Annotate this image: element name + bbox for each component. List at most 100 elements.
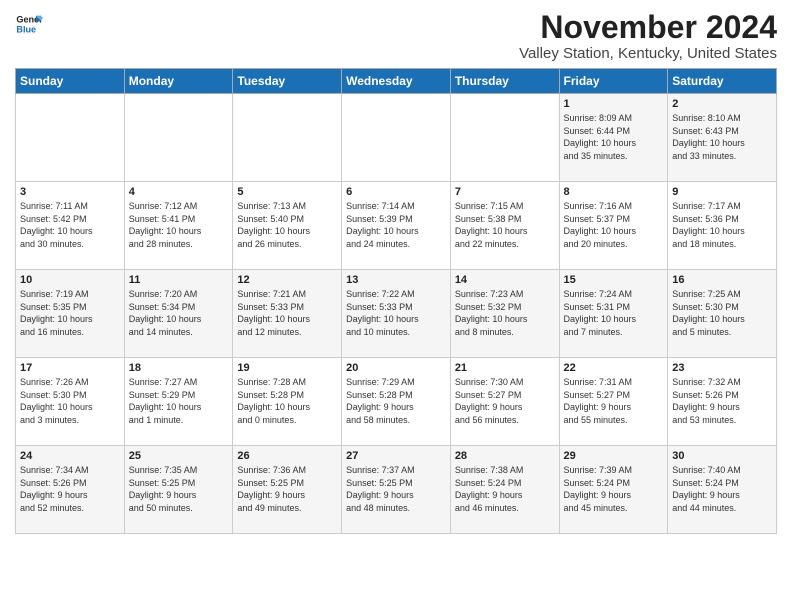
day-info: Sunrise: 7:16 AM Sunset: 5:37 PM Dayligh… — [564, 200, 664, 250]
day-number: 3 — [20, 186, 120, 198]
calendar-cell: 29 Sunrise: 7:39 AM Sunset: 5:24 PM Dayli… — [559, 446, 668, 534]
day-info: Sunrise: 7:29 AM Sunset: 5:28 PM Dayligh… — [346, 376, 446, 426]
weekday-header: SundayMondayTuesdayWednesdayThursdayFrid… — [16, 69, 777, 94]
calendar-week-1: 1 Sunrise: 8:09 AM Sunset: 6:44 PM Daylig… — [16, 94, 777, 182]
month-title: November 2024 — [519, 10, 777, 45]
day-info: Sunrise: 8:10 AM Sunset: 6:43 PM Dayligh… — [672, 112, 772, 162]
calendar-cell: 4 Sunrise: 7:12 AM Sunset: 5:41 PM Daylig… — [124, 182, 233, 270]
day-info: Sunrise: 7:21 AM Sunset: 5:33 PM Dayligh… — [237, 288, 337, 338]
calendar-cell: 5 Sunrise: 7:13 AM Sunset: 5:40 PM Daylig… — [233, 182, 342, 270]
day-number: 23 — [672, 362, 772, 374]
day-number: 19 — [237, 362, 337, 374]
calendar-cell: 6Sunrise: 7:14 AM Sunset: 5:39 PM Daylig… — [342, 182, 451, 270]
day-info: Sunrise: 7:27 AM Sunset: 5:29 PM Dayligh… — [129, 376, 229, 426]
weekday-header-monday: Monday — [124, 69, 233, 94]
day-number: 5 — [237, 186, 337, 198]
day-number: 30 — [672, 450, 772, 462]
day-info: Sunrise: 7:22 AM Sunset: 5:33 PM Dayligh… — [346, 288, 446, 338]
day-number: 1 — [564, 98, 664, 110]
header: General Blue November 2024 Valley Statio… — [15, 10, 777, 62]
calendar-cell: 19Sunrise: 7:28 AM Sunset: 5:28 PM Dayli… — [233, 358, 342, 446]
calendar-cell: 1 Sunrise: 8:09 AM Sunset: 6:44 PM Daylig… — [559, 94, 668, 182]
calendar-cell: 15 Sunrise: 7:24 AM Sunset: 5:31 PM Dayli… — [559, 270, 668, 358]
calendar-cell: 11 Sunrise: 7:20 AM Sunset: 5:34 PM Dayli… — [124, 270, 233, 358]
calendar-week-4: 17 Sunrise: 7:26 AM Sunset: 5:30 PM Dayli… — [16, 358, 777, 446]
day-info: Sunrise: 7:14 AM Sunset: 5:39 PM Dayligh… — [346, 200, 446, 250]
weekday-header-sunday: Sunday — [16, 69, 125, 94]
day-info: Sunrise: 7:31 AM Sunset: 5:27 PM Dayligh… — [564, 376, 664, 426]
calendar-cell: 21Sunrise: 7:30 AM Sunset: 5:27 PM Dayli… — [450, 358, 559, 446]
calendar-cell: 9Sunrise: 7:17 AM Sunset: 5:36 PM Daylig… — [668, 182, 777, 270]
calendar-cell: 24 Sunrise: 7:34 AM Sunset: 5:26 PM Dayli… — [16, 446, 125, 534]
day-info: Sunrise: 7:34 AM Sunset: 5:26 PM Dayligh… — [20, 464, 120, 514]
calendar-cell: 27 Sunrise: 7:37 AM Sunset: 5:25 PM Dayli… — [342, 446, 451, 534]
day-info: Sunrise: 7:35 AM Sunset: 5:25 PM Dayligh… — [129, 464, 229, 514]
day-number: 26 — [237, 450, 337, 462]
calendar-body: 1 Sunrise: 8:09 AM Sunset: 6:44 PM Daylig… — [16, 94, 777, 534]
day-info: Sunrise: 7:24 AM Sunset: 5:31 PM Dayligh… — [564, 288, 664, 338]
calendar-cell: 3 Sunrise: 7:11 AM Sunset: 5:42 PM Daylig… — [16, 182, 125, 270]
day-number: 11 — [129, 274, 229, 286]
day-info: Sunrise: 7:37 AM Sunset: 5:25 PM Dayligh… — [346, 464, 446, 514]
day-number: 2 — [672, 98, 772, 110]
day-number: 28 — [455, 450, 555, 462]
day-number: 25 — [129, 450, 229, 462]
calendar-cell: 26 Sunrise: 7:36 AM Sunset: 5:25 PM Dayli… — [233, 446, 342, 534]
calendar-cell: 25 Sunrise: 7:35 AM Sunset: 5:25 PM Dayli… — [124, 446, 233, 534]
day-info: Sunrise: 7:19 AM Sunset: 5:35 PM Dayligh… — [20, 288, 120, 338]
day-number: 13 — [346, 274, 446, 286]
calendar-cell: 2 Sunrise: 8:10 AM Sunset: 6:43 PM Daylig… — [668, 94, 777, 182]
day-number: 7 — [455, 186, 555, 198]
weekday-header-wednesday: Wednesday — [342, 69, 451, 94]
day-info: Sunrise: 7:23 AM Sunset: 5:32 PM Dayligh… — [455, 288, 555, 338]
day-info: Sunrise: 7:26 AM Sunset: 5:30 PM Dayligh… — [20, 376, 120, 426]
weekday-header-thursday: Thursday — [450, 69, 559, 94]
calendar-cell: 20Sunrise: 7:29 AM Sunset: 5:28 PM Dayli… — [342, 358, 451, 446]
day-number: 18 — [129, 362, 229, 374]
day-number: 10 — [20, 274, 120, 286]
calendar-cell — [450, 94, 559, 182]
svg-text:Blue: Blue — [16, 24, 36, 34]
calendar-cell — [16, 94, 125, 182]
day-info: Sunrise: 7:40 AM Sunset: 5:24 PM Dayligh… — [672, 464, 772, 514]
calendar-cell: 28 Sunrise: 7:38 AM Sunset: 5:24 PM Dayli… — [450, 446, 559, 534]
day-info: Sunrise: 7:13 AM Sunset: 5:40 PM Dayligh… — [237, 200, 337, 250]
calendar-cell — [342, 94, 451, 182]
day-number: 4 — [129, 186, 229, 198]
day-number: 17 — [20, 362, 120, 374]
day-info: Sunrise: 7:11 AM Sunset: 5:42 PM Dayligh… — [20, 200, 120, 250]
day-number: 8 — [564, 186, 664, 198]
calendar-cell: 18 Sunrise: 7:27 AM Sunset: 5:29 PM Dayli… — [124, 358, 233, 446]
calendar-cell — [233, 94, 342, 182]
calendar-cell: 13 Sunrise: 7:22 AM Sunset: 5:33 PM Dayli… — [342, 270, 451, 358]
weekday-header-saturday: Saturday — [668, 69, 777, 94]
calendar-cell: 12 Sunrise: 7:21 AM Sunset: 5:33 PM Dayli… — [233, 270, 342, 358]
day-info: Sunrise: 7:12 AM Sunset: 5:41 PM Dayligh… — [129, 200, 229, 250]
day-info: Sunrise: 7:25 AM Sunset: 5:30 PM Dayligh… — [672, 288, 772, 338]
logo: General Blue — [15, 10, 43, 38]
calendar-cell: 10 Sunrise: 7:19 AM Sunset: 5:35 PM Dayli… — [16, 270, 125, 358]
day-info: Sunrise: 7:39 AM Sunset: 5:24 PM Dayligh… — [564, 464, 664, 514]
calendar-cell: 8 Sunrise: 7:16 AM Sunset: 5:37 PM Daylig… — [559, 182, 668, 270]
weekday-header-friday: Friday — [559, 69, 668, 94]
calendar-cell: 30 Sunrise: 7:40 AM Sunset: 5:24 PM Dayli… — [668, 446, 777, 534]
day-info: Sunrise: 8:09 AM Sunset: 6:44 PM Dayligh… — [564, 112, 664, 162]
day-info: Sunrise: 7:38 AM Sunset: 5:24 PM Dayligh… — [455, 464, 555, 514]
day-info: Sunrise: 7:30 AM Sunset: 5:27 PM Dayligh… — [455, 376, 555, 426]
day-info: Sunrise: 7:15 AM Sunset: 5:38 PM Dayligh… — [455, 200, 555, 250]
day-number: 15 — [564, 274, 664, 286]
day-number: 24 — [20, 450, 120, 462]
calendar-cell: 7 Sunrise: 7:15 AM Sunset: 5:38 PM Daylig… — [450, 182, 559, 270]
calendar-week-5: 24 Sunrise: 7:34 AM Sunset: 5:26 PM Dayli… — [16, 446, 777, 534]
day-info: Sunrise: 7:36 AM Sunset: 5:25 PM Dayligh… — [237, 464, 337, 514]
calendar-cell: 14 Sunrise: 7:23 AM Sunset: 5:32 PM Dayli… — [450, 270, 559, 358]
day-info: Sunrise: 7:17 AM Sunset: 5:36 PM Dayligh… — [672, 200, 772, 250]
day-info: Sunrise: 7:20 AM Sunset: 5:34 PM Dayligh… — [129, 288, 229, 338]
day-number: 14 — [455, 274, 555, 286]
day-info: Sunrise: 7:32 AM Sunset: 5:26 PM Dayligh… — [672, 376, 772, 426]
day-number: 27 — [346, 450, 446, 462]
calendar-cell: 23 Sunrise: 7:32 AM Sunset: 5:26 PM Dayli… — [668, 358, 777, 446]
day-number: 29 — [564, 450, 664, 462]
day-number: 16 — [672, 274, 772, 286]
day-number: 12 — [237, 274, 337, 286]
